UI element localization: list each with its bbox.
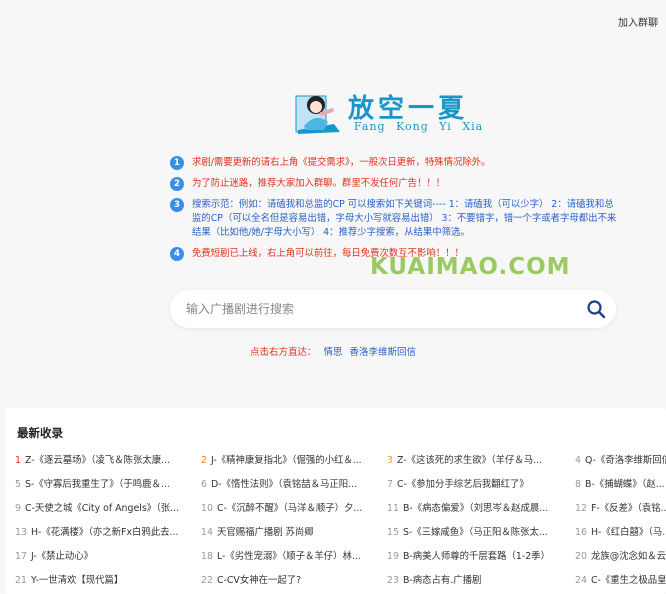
notice-item: 3 搜索示范：例如：请磕我和总监的CP 可以搜索如下关键词---- 1：请磕我（…: [170, 198, 620, 240]
latest-item-number: 9: [15, 503, 21, 514]
latest-item-number: 18: [201, 551, 213, 562]
latest-item[interactable]: 18 L-《劣性宠溺》（顺子＆羊仔）林...: [201, 550, 381, 564]
latest-item-number: 8: [575, 479, 581, 490]
latest-item-title: H-《花满楼》（亦之新Fx白鸦此去...: [30, 527, 179, 538]
latest-item-title: Y-一世清欢【现代篇】: [30, 575, 124, 586]
latest-item[interactable]: 22 C-CV女神在一起了?: [201, 574, 381, 588]
latest-item-number: 1: [15, 455, 21, 466]
latest-item-title: Q-《奇洛李维斯回信》: [584, 455, 666, 466]
latest-item-number: 21: [15, 575, 27, 586]
latest-item-title: Z-《这该死的求生欲》（羊仔＆马...: [396, 455, 543, 466]
notice-text: 搜索示范：例如：请磕我和总监的CP 可以搜索如下关键词---- 1：请磕我（可以…: [192, 199, 617, 238]
latest-item-number: 6: [201, 479, 207, 490]
latest-item-title: 龙族@沈念如＆云...: [590, 551, 666, 562]
latest-item[interactable]: 10 C-《沉醉不醒》（马洋＆顺子）夕...: [201, 502, 381, 516]
site-logo[interactable]: 放空一夏 Fang Kong Yi Xia: [294, 90, 484, 136]
search-icon[interactable]: [586, 299, 606, 319]
latest-item[interactable]: 1 Z-《逐云墓场》（凌飞＆陈张太康...: [15, 454, 195, 468]
latest-item-number: 16: [575, 527, 587, 538]
notice-number-badge: 1: [170, 156, 184, 170]
latest-item-title: C-天使之城《City of Angels》（张...: [24, 503, 180, 514]
latest-item[interactable]: 21 Y-一世清欢【现代篇】: [15, 574, 195, 588]
latest-item[interactable]: 12 F-《反差》（袁铭...: [575, 502, 666, 516]
latest-item-title: C-《参加分手综艺后我翻红了》: [396, 479, 529, 490]
latest-item[interactable]: 9 C-天使之城《City of Angels》（张...: [15, 502, 195, 516]
latest-item-title: D-《惰性法则》（袁铭喆＆马正阳...: [210, 479, 358, 490]
search-bar: [170, 290, 616, 328]
latest-item-title: B-病美人师尊的千层套路（1-2季）: [402, 551, 550, 562]
latest-panel: 最新收录 1 Z-《逐云墓场》（凌飞＆陈张太康... 2 J-《精神康复指北》（倔强的…: [5, 408, 666, 594]
latest-item[interactable]: 19 B-病美人师尊的千层套路（1-2季）: [387, 550, 569, 564]
notice-number-badge: 3: [170, 198, 184, 212]
latest-item-title: B-《捕蝴蝶》（赵...: [584, 479, 665, 490]
latest-item-number: 14: [201, 527, 213, 538]
latest-item-title: C-CV女神在一起了?: [216, 575, 302, 586]
latest-item[interactable]: 14 天官赐福广播剧 苏尚卿: [201, 526, 381, 540]
latest-item-number: 15: [387, 527, 399, 538]
latest-item-title: F-《反差》（袁铭...: [590, 503, 666, 514]
latest-item[interactable]: 17 J-《禁止动心》: [15, 550, 195, 564]
latest-item[interactable]: 3 Z-《这该死的求生欲》（羊仔＆马...: [387, 454, 569, 468]
notice-number-badge: 2: [170, 177, 184, 191]
logo-avatar-icon: [295, 95, 340, 134]
quick-links: 点击右方直达： 情思 香洛李维斯回信: [0, 344, 666, 358]
latest-item-number: 5: [15, 479, 21, 490]
latest-item[interactable]: 4Q-《奇洛李维斯回信》: [575, 454, 666, 468]
latest-item-title: S-《三嫁咸鱼》（马正阳＆陈张太...: [402, 527, 548, 538]
latest-item-title: B-《病态偏爱》（刘思岑＆赵成晨...: [402, 503, 549, 514]
quick-link-qingsi[interactable]: 情思: [323, 347, 342, 358]
latest-item-number: 2: [201, 455, 207, 466]
latest-item[interactable]: 8 B-《捕蝴蝶》（赵...: [575, 478, 666, 492]
watermark: KUAIMAO.COM: [370, 254, 571, 280]
latest-item[interactable]: 13 H-《花满楼》（亦之新Fx白鸦此去...: [15, 526, 195, 540]
latest-item-number: 22: [201, 575, 213, 586]
latest-item[interactable]: 6 D-《惰性法则》（袁铭喆＆马正阳...: [201, 478, 381, 492]
latest-item-number: 12: [575, 503, 587, 514]
notice-item: 2 为了防止迷路，推荐大家加入群聊。群里不发任何广告！！！: [170, 177, 620, 191]
latest-item-title: C-《重生之极品皇...: [590, 575, 666, 586]
notice-number-badge: 4: [170, 247, 184, 261]
logo-subtitle: Fang Kong Yi Xia: [354, 120, 484, 133]
latest-item-title: J-《禁止动心》: [30, 551, 94, 562]
latest-item-title: B-病态占有.广播剧: [402, 575, 482, 586]
notice-item: 1 求剧/需要更新的请右上角《提交需求》，一般次日更新，特殊情况除外。: [170, 156, 620, 170]
latest-item-number: 24: [575, 575, 587, 586]
notice-list: 1 求剧/需要更新的请右上角《提交需求》，一般次日更新，特殊情况除外。 2 为了…: [170, 156, 620, 268]
latest-item-number: 13: [15, 527, 27, 538]
latest-item-title: H-《红白囍》（马...: [590, 527, 666, 538]
quick-link-qiluo[interactable]: 香洛李维斯回信: [350, 347, 417, 358]
latest-item[interactable]: 2 J-《精神康复指北》（倔强的小红＆...: [201, 454, 381, 468]
latest-item-title: J-《精神康复指北》（倔强的小红＆...: [210, 455, 362, 466]
latest-item-title: Z-《逐云墓场》（凌飞＆陈张太康...: [24, 455, 171, 466]
quick-links-label: 点击右方直达：: [249, 347, 317, 358]
latest-title: 最新收录: [17, 426, 63, 440]
latest-item-title: L-《劣性宠溺》（顺子＆羊仔）林...: [216, 551, 361, 562]
latest-item[interactable]: 24C-《重生之极品皇...: [575, 574, 666, 588]
search-input[interactable]: [186, 290, 566, 328]
latest-item-number: 3: [387, 455, 393, 466]
latest-item-title: S-《守寡后我重生了》（于鸣鹿＆...: [24, 479, 170, 490]
latest-item[interactable]: 23 B-病态占有.广播剧: [387, 574, 569, 588]
latest-item-number: 4: [575, 455, 581, 466]
latest-item-title: 天官赐福广播剧 苏尚卿: [216, 527, 314, 538]
latest-item[interactable]: 16 H-《红白囍》（马...: [575, 526, 666, 540]
latest-item-number: 10: [201, 503, 213, 514]
latest-item[interactable]: 11 B-《病态偏爱》（刘思岑＆赵成晨...: [387, 502, 569, 516]
latest-item-number: 11: [387, 503, 399, 514]
latest-item[interactable]: 7 C-《参加分手综艺后我翻红了》: [387, 478, 569, 492]
latest-item[interactable]: 20龙族@沈念如＆云...: [575, 550, 666, 564]
latest-item-number: 19: [387, 551, 399, 562]
latest-item-number: 7: [387, 479, 393, 490]
latest-item[interactable]: 15 S-《三嫁咸鱼》（马正阳＆陈张太...: [387, 526, 569, 540]
latest-item[interactable]: 5 S-《守寡后我重生了》（于鸣鹿＆...: [15, 478, 195, 492]
latest-item-number: 17: [15, 551, 27, 562]
latest-item-number: 23: [387, 575, 399, 586]
notice-text: 求剧/需要更新的请右上角《提交需求》，一般次日更新，特殊情况除外。: [192, 157, 491, 168]
latest-item-title: C-《沉醉不醒》（马洋＆顺子）夕...: [216, 503, 363, 514]
latest-item-number: 20: [575, 551, 587, 562]
notice-text: 为了防止迷路，推荐大家加入群聊。群里不发任何广告！！！: [192, 178, 446, 189]
join-group-link[interactable]: 加入群聊: [618, 14, 658, 29]
